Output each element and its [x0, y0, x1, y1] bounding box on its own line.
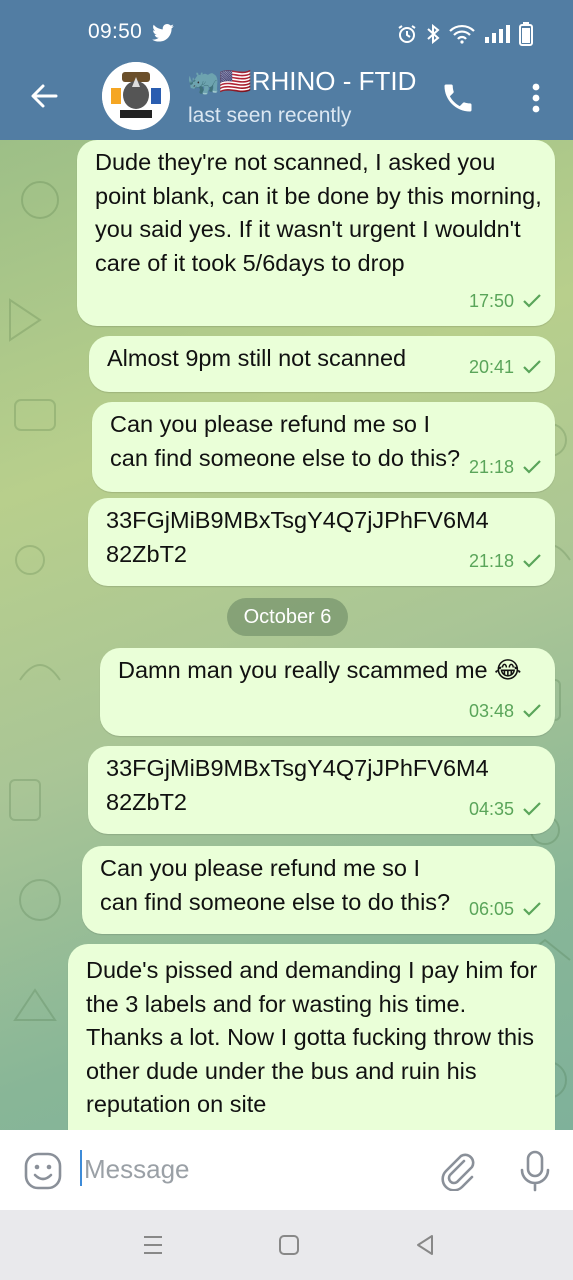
message-time: 21:18 — [468, 456, 514, 477]
alarm-icon — [398, 25, 416, 43]
message-text: Can you please refund me so I can find s… — [110, 411, 461, 471]
status-icons — [397, 22, 533, 46]
back-arrow-icon[interactable] — [28, 80, 60, 112]
read-check-icon — [523, 554, 541, 568]
text-cursor — [80, 1150, 82, 1186]
twitter-icon — [152, 24, 174, 42]
read-check-icon — [523, 902, 541, 916]
message-text: Dude they're not scanned, I asked you po… — [95, 149, 542, 276]
system-nav-bar — [0, 1210, 573, 1280]
status-bar: 09:50 — [0, 0, 573, 66]
message-time: 20:41 — [468, 356, 514, 377]
paperclip-icon[interactable] — [440, 1151, 476, 1191]
microphone-icon[interactable] — [518, 1150, 552, 1192]
back-nav-icon[interactable] — [412, 1232, 438, 1258]
message-time: 04:35 — [468, 798, 514, 819]
rhino-logo-icon — [102, 62, 170, 130]
outgoing-message[interactable]: Can you please refund me so I can find s… — [82, 846, 555, 934]
chat-title[interactable]: 🦏🇺🇸RHINO - FTID — [187, 66, 427, 97]
home-icon[interactable] — [276, 1232, 302, 1258]
message-time: 03:48 — [468, 700, 514, 721]
message-time: 21:18 — [468, 550, 514, 571]
outgoing-message[interactable]: 33FGjMiB9MBxTsgY4Q7jJPhFV6M4 82ZbT2 04:3… — [88, 746, 555, 834]
outgoing-message[interactable]: 33FGjMiB9MBxTsgY4Q7jJPhFV6M4 82ZbT2 21:1… — [88, 498, 555, 586]
wifi-icon — [449, 24, 475, 44]
date-separator: October 6 — [227, 598, 348, 636]
read-check-icon — [523, 704, 541, 718]
read-check-icon — [523, 460, 541, 474]
signal-icon — [485, 25, 510, 43]
message-input[interactable]: Message — [84, 1154, 190, 1185]
message-time: 17:50 — [468, 290, 514, 311]
outgoing-message[interactable]: Can you please refund me so I can find s… — [92, 402, 555, 492]
phone-icon[interactable] — [440, 80, 476, 116]
message-meta: 21:18 — [469, 451, 541, 485]
message-composer: Message — [0, 1130, 573, 1210]
message-list[interactable]: Dude they're not scanned, I asked you po… — [0, 140, 573, 1130]
outgoing-message[interactable]: Damn man you really scammed me 😂 03:48 — [100, 648, 555, 736]
status-time: 09:50 — [88, 20, 143, 43]
read-check-icon — [523, 360, 541, 374]
message-meta: 04:35 — [469, 793, 541, 827]
message-meta: 21:18 — [469, 545, 541, 579]
more-options-icon[interactable] — [526, 80, 546, 116]
message-meta: 17:50 — [469, 285, 541, 319]
battery-icon — [519, 22, 533, 46]
outgoing-message[interactable]: Dude they're not scanned, I asked you po… — [77, 140, 555, 326]
message-meta: 03:48 — [469, 695, 541, 729]
recent-apps-icon[interactable] — [140, 1232, 166, 1258]
read-check-icon — [523, 802, 541, 816]
bluetooth-icon — [427, 24, 440, 44]
outgoing-message[interactable]: Dude's pissed and demanding I pay him fo… — [68, 944, 555, 1130]
message-text: Damn man you really scammed me 😂 — [118, 657, 522, 683]
chat-header: 09:50 🦏🇺🇸RHINO - FTID last seen recently — [0, 0, 573, 140]
last-seen-status: last seen recently — [188, 104, 352, 127]
message-time: 06:05 — [468, 898, 514, 919]
avatar[interactable] — [102, 62, 170, 130]
message-text: Dude's pissed and demanding I pay him fo… — [86, 957, 538, 1117]
sticker-emoji-icon[interactable] — [24, 1152, 62, 1190]
message-meta: 20:41 — [469, 351, 541, 385]
message-text: Can you please refund me so I can find s… — [100, 855, 451, 915]
outgoing-message[interactable]: Almost 9pm still not scanned 20:41 — [89, 336, 555, 392]
read-check-icon — [523, 294, 541, 308]
message-meta: 06:05 — [469, 893, 541, 927]
